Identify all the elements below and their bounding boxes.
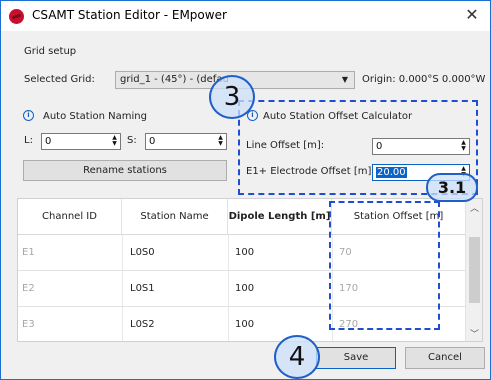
grid-setup-title: Grid setup xyxy=(24,46,77,57)
l-label: L: xyxy=(24,135,33,146)
save-button[interactable]: Save xyxy=(316,347,396,369)
auto-naming-title: Auto Station Naming xyxy=(43,111,147,122)
app-logo-icon xyxy=(9,9,24,24)
rename-stations-button[interactable]: Rename stations xyxy=(23,160,227,181)
info-icon: i xyxy=(23,110,34,121)
callout-step-3-1: 3.1 xyxy=(426,173,478,202)
origin-label: Origin: 0.000°S 0.000°W xyxy=(362,74,486,85)
cell-dipole-length[interactable]: 100 xyxy=(235,235,254,270)
callout-step-4: 4 xyxy=(274,335,320,379)
window-title: CSAMT Station Editor - EMpower xyxy=(32,8,227,22)
title-bar: CSAMT Station Editor - EMpower ✕ xyxy=(1,1,490,31)
e1-offset-value: 20.00 xyxy=(376,167,407,178)
l-stepper[interactable]: 0 ▲ ▼ xyxy=(41,133,121,150)
spinner-arrows-icon[interactable]: ▲▼ xyxy=(216,135,225,148)
cell-channel-id[interactable]: E2 xyxy=(22,271,35,306)
column-divider xyxy=(122,235,123,341)
spinner-arrows-icon[interactable]: ▲▼ xyxy=(110,135,119,148)
e1-offset-label: E1+ Electrode Offset [m]: xyxy=(246,166,375,177)
cell-station-name[interactable]: L0S1 xyxy=(130,271,155,306)
cell-station-name[interactable]: L0S2 xyxy=(130,307,155,341)
s-value: 0 xyxy=(149,136,156,147)
column-header-channel-id[interactable]: Channel ID xyxy=(18,199,122,235)
callout-step-3: 3 xyxy=(209,75,255,119)
editor-window: CSAMT Station Editor - EMpower ✕ Grid se… xyxy=(0,0,491,380)
cell-station-name[interactable]: L0S0 xyxy=(130,235,155,270)
chevron-down-icon: ▼ xyxy=(341,75,348,84)
dialog-content: Grid setup Selected Grid: grid_1 - (45°)… xyxy=(1,31,490,379)
column-divider xyxy=(228,235,229,341)
station-offset-highlight-box xyxy=(329,201,440,330)
scroll-down-icon[interactable]: ﹀ xyxy=(469,327,480,340)
line-offset-value: 0 xyxy=(376,141,383,152)
offset-calc-title: Auto Station Offset Calculator xyxy=(263,111,413,122)
table-scrollbar[interactable]: ︿ ﹀ xyxy=(465,199,482,341)
cancel-button[interactable]: Cancel xyxy=(405,347,485,369)
line-offset-stepper[interactable]: 0 ▲ ▼ xyxy=(372,138,470,155)
selected-grid-label: Selected Grid: xyxy=(24,74,95,85)
s-label: S: xyxy=(127,135,137,146)
l-value: 0 xyxy=(45,136,52,147)
scrollbar-thumb[interactable] xyxy=(469,237,480,303)
column-header-station-name[interactable]: Station Name xyxy=(122,199,228,235)
column-header-dipole-length[interactable]: Dipole Length [m] xyxy=(228,199,332,235)
s-stepper[interactable]: 0 ▲ ▼ xyxy=(145,133,227,150)
line-offset-label: Line Offset [m]: xyxy=(246,140,325,151)
cell-channel-id[interactable]: E3 xyxy=(22,307,35,341)
cell-channel-id[interactable]: E1 xyxy=(22,235,35,270)
cell-dipole-length[interactable]: 100 xyxy=(235,271,254,306)
cell-dipole-length[interactable]: 100 xyxy=(235,307,254,341)
spinner-arrows-icon[interactable]: ▲▼ xyxy=(459,140,468,153)
close-icon[interactable]: ✕ xyxy=(464,5,480,24)
scroll-up-icon[interactable]: ︿ xyxy=(469,201,480,214)
